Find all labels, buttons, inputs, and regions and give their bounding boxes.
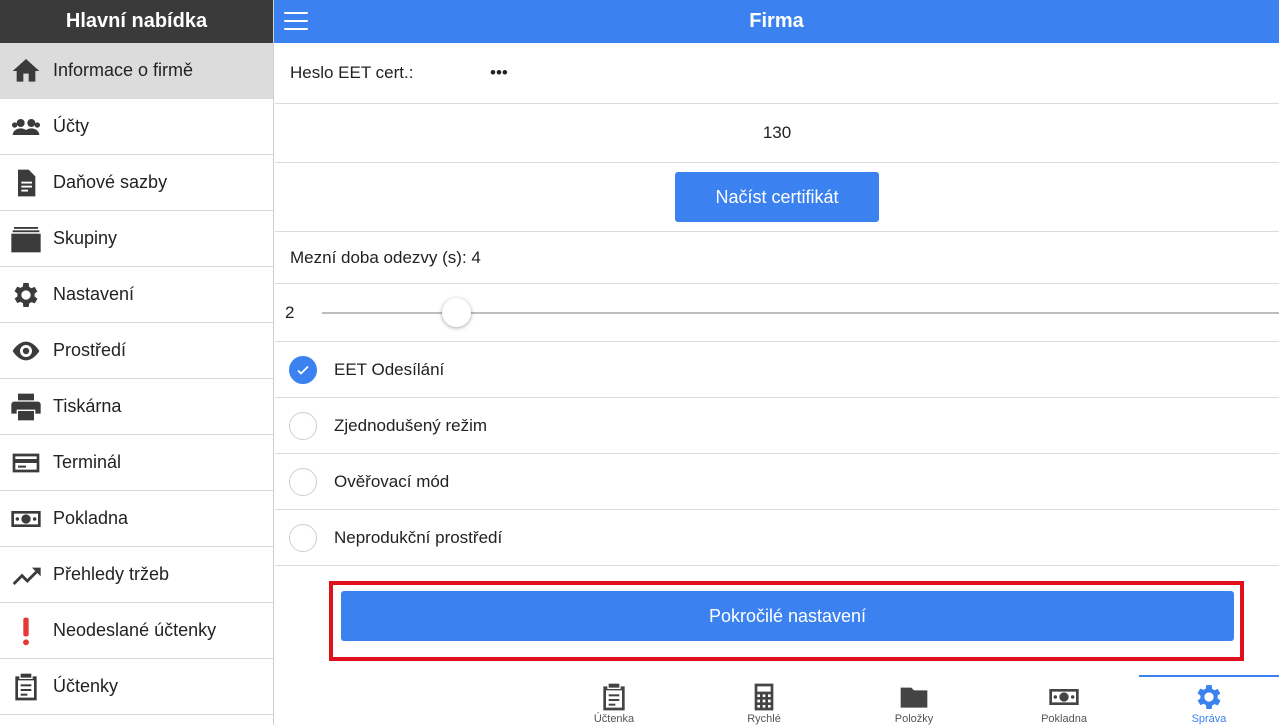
sidebar-item-accounts[interactable]: Účty (0, 99, 273, 155)
nav-label: Účtenka (593, 713, 635, 725)
timeout-label: Mezní doba odezvy (s): 4 (290, 247, 481, 267)
sidebar-item-label: Prostředí (53, 340, 127, 360)
users-icon (0, 99, 53, 155)
option-verification-mode[interactable]: Ověřovací mód (275, 454, 1279, 510)
nav-item-cash-register[interactable]: Pokladna (989, 675, 1139, 725)
printer-icon (0, 379, 53, 435)
checkbox-eet-sending[interactable] (289, 355, 317, 384)
page-title: Firma (749, 10, 804, 32)
nav-label: Položky (894, 713, 934, 725)
nav-label: Pokladna (1041, 713, 1087, 725)
number-value: 130 (762, 123, 792, 142)
document-icon (0, 155, 53, 211)
slider-min-value: 2 (285, 302, 295, 322)
top-app-bar: Firma (274, 0, 1279, 43)
timeout-row: Mezní doba odezvy (s): 4 (275, 232, 1279, 284)
sidebar-item-label: Účty (53, 116, 89, 136)
cert-password-field[interactable] (490, 63, 790, 83)
sidebar-item-label: Tiskárna (53, 396, 122, 416)
load-cert-row: Načíst certifikát (275, 163, 1279, 232)
timeout-slider-row: 2 (275, 284, 1279, 342)
nav-item-items[interactable]: Položky (839, 675, 989, 725)
company-settings-panel: Heslo EET cert.: 130 Načíst certifikát M… (275, 43, 1279, 675)
sidebar-item-company-info[interactable]: Informace o firmě (0, 43, 273, 99)
cash-icon (1049, 689, 1079, 705)
calculator-icon (754, 683, 774, 711)
cert-password-row: Heslo EET cert.: (275, 43, 1279, 104)
sidebar-item-label: Účtenky (53, 676, 119, 696)
sidebar-item-terminal[interactable]: Terminál (0, 435, 273, 491)
clipboard-icon (0, 659, 53, 715)
sidebar-item-label: Nastavení (53, 284, 135, 304)
nav-label: Rychlé (747, 713, 781, 725)
home-icon (0, 43, 53, 99)
eye-icon (0, 323, 53, 379)
option-simplified-mode[interactable]: Zjednodušený režim (275, 398, 1279, 454)
folder-icon (900, 687, 928, 708)
sidebar-item-cash-register[interactable]: Pokladna (0, 491, 273, 547)
option-label: Ověřovací mód (334, 471, 450, 491)
option-label: Zjednodušený režim (334, 415, 488, 435)
slider-thumb[interactable] (441, 297, 471, 327)
gear-icon (1197, 685, 1221, 709)
exclamation-icon (0, 603, 53, 659)
credit-card-icon (0, 435, 53, 491)
timeout-slider[interactable] (322, 297, 1279, 327)
sidebar: Hlavní nabídka Informace o firmě Účty Da… (0, 0, 274, 725)
sidebar-item-label: Neodeslané účtenky (53, 620, 217, 640)
load-certificate-button[interactable]: Načíst certifikát (675, 172, 879, 222)
option-label: Neprodukční prostředí (334, 527, 503, 547)
sidebar-title: Hlavní nabídka (0, 0, 273, 43)
advanced-settings-button[interactable]: Pokročilé nastavení (341, 591, 1234, 641)
option-label: EET Odesílání (334, 359, 445, 379)
sidebar-item-receipts[interactable]: Účtenky (0, 659, 273, 715)
sidebar-item-label: Terminál (53, 452, 122, 472)
sidebar-item-tax-rates[interactable]: Daňové sazby (0, 155, 273, 211)
sidebar-item-label: Přehledy tržeb (53, 564, 170, 584)
sidebar-item-environment[interactable]: Prostředí (0, 323, 273, 379)
number-row: 130 (275, 104, 1279, 163)
cert-password-label: Heslo EET cert.: (290, 63, 414, 82)
nav-item-receipt[interactable]: Účtenka (539, 675, 689, 725)
nav-label: Správa (1191, 713, 1227, 725)
nav-item-quick[interactable]: Rychlé (689, 675, 839, 725)
sidebar-item-label: Daňové sazby (53, 172, 168, 192)
hamburger-menu-icon[interactable] (284, 10, 308, 32)
receipt-icon (603, 683, 625, 711)
option-eet-sending[interactable]: EET Odesílání (275, 342, 1279, 398)
sidebar-item-label: Skupiny (53, 228, 118, 248)
trending-up-icon (0, 547, 53, 603)
highlight-box: Pokročilé nastavení (329, 581, 1244, 661)
checkbox-simplified-mode[interactable] (289, 411, 317, 440)
checkbox-verification-mode[interactable] (289, 467, 317, 496)
sidebar-item-unsent-receipts[interactable]: Neodeslané účtenky (0, 603, 273, 659)
bottom-navigation: Účtenka Rychlé Položky Pokladna Správa (539, 675, 1279, 725)
folder-stack-icon (0, 211, 53, 267)
sidebar-item-label: Informace o firmě (53, 60, 194, 80)
sidebar-item-settings[interactable]: Nastavení (0, 267, 273, 323)
sidebar-item-label: Pokladna (53, 508, 129, 528)
nav-item-management[interactable]: Správa (1139, 675, 1279, 725)
sidebar-item-groups[interactable]: Skupiny (0, 211, 273, 267)
gear-icon (0, 267, 53, 323)
sidebar-item-sales-reports[interactable]: Přehledy tržeb (0, 547, 273, 603)
checkbox-nonproduction-env[interactable] (289, 523, 317, 552)
cash-icon (0, 491, 53, 547)
option-nonproduction-env[interactable]: Neprodukční prostředí (275, 510, 1279, 566)
sidebar-item-printer[interactable]: Tiskárna (0, 379, 273, 435)
